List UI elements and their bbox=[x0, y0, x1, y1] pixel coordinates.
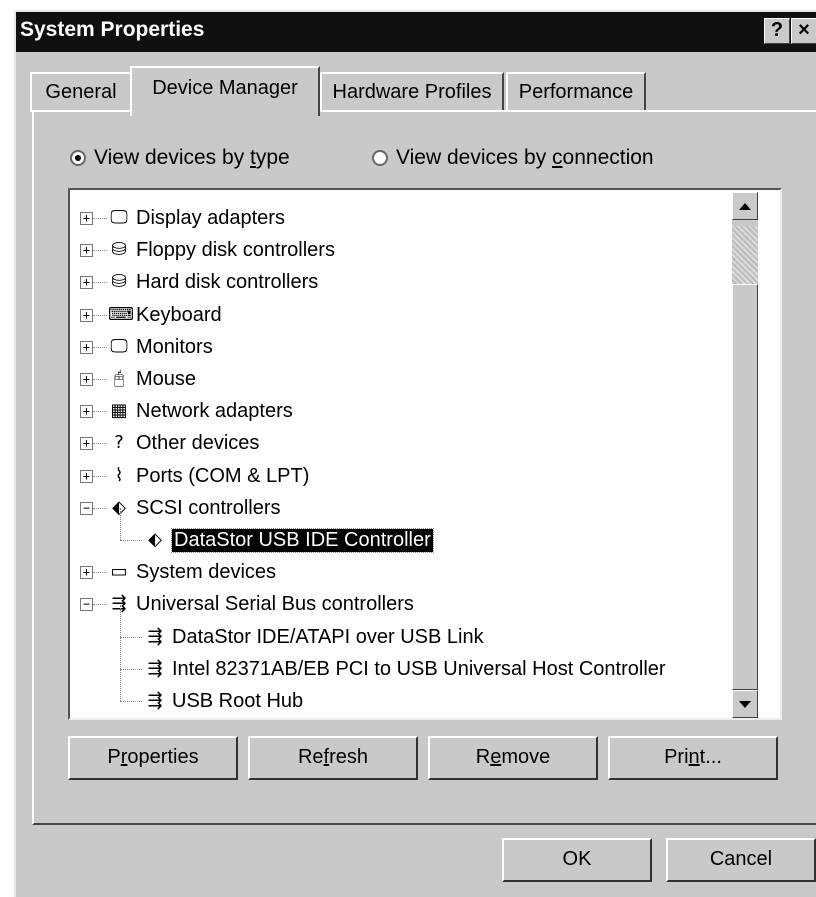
tree-line bbox=[93, 218, 107, 219]
device-category-label: Universal Serial Bus controllers bbox=[136, 593, 414, 616]
device-label: Intel 82371AB/EB PCI to USB Universal Ho… bbox=[172, 657, 666, 680]
tree-line bbox=[120, 636, 121, 669]
device-category-label: Hard disk controllers bbox=[136, 271, 319, 294]
tab-hardware-profiles-label: Hardware Profiles bbox=[332, 81, 492, 103]
help-button[interactable]: ? bbox=[764, 18, 790, 44]
tree-line bbox=[120, 701, 142, 702]
expand-icon[interactable]: + bbox=[80, 469, 93, 483]
refresh-button[interactable]: Refresh bbox=[248, 736, 418, 780]
tab-general-label: General bbox=[45, 81, 117, 103]
tree-line bbox=[120, 669, 121, 701]
device-category-label: Floppy disk controllers bbox=[136, 239, 335, 262]
title-bar[interactable]: System Properties ? × bbox=[16, 12, 816, 52]
device-category-label: Ports (COM & LPT) bbox=[136, 464, 310, 487]
scsi-icon: ⬖ bbox=[112, 496, 126, 518]
usb-icon: ⇶ bbox=[147, 657, 163, 679]
radio-unchecked-icon bbox=[372, 150, 388, 166]
device-category-label: System devices bbox=[136, 561, 277, 584]
expand-icon[interactable]: + bbox=[80, 373, 93, 386]
device-category-label: Mouse bbox=[136, 368, 197, 390]
expand-icon[interactable]: + bbox=[80, 437, 93, 451]
tab-hardware-profiles[interactable]: Hardware Profiles bbox=[320, 72, 504, 112]
monitor-icon: 🖵 bbox=[110, 335, 128, 357]
window-title: System Properties bbox=[20, 18, 205, 41]
tree-line bbox=[120, 636, 142, 638]
arrow-down-icon bbox=[739, 701, 751, 708]
tree-line bbox=[93, 572, 107, 574]
collapse-icon[interactable]: − bbox=[80, 598, 93, 612]
scsi-icon: ⬖ bbox=[148, 529, 162, 550]
tab-device-manager-label: Device Manager bbox=[152, 77, 298, 99]
usb-icon: ⇶ bbox=[147, 690, 163, 711]
tab-device-manager[interactable]: Device Manager bbox=[130, 66, 320, 116]
arrow-up-icon bbox=[739, 203, 751, 210]
device-category-label: Monitors bbox=[136, 335, 213, 358]
tree-line bbox=[93, 379, 107, 380]
question-icon: ? bbox=[114, 432, 124, 454]
tree-line bbox=[93, 604, 107, 606]
tree-line bbox=[93, 282, 107, 284]
radio-checked-icon bbox=[70, 150, 86, 166]
expand-icon[interactable]: + bbox=[80, 276, 93, 290]
device-category-label: Network adapters bbox=[136, 400, 293, 423]
tree-line bbox=[120, 668, 142, 670]
port-icon: ⌇ bbox=[114, 464, 124, 486]
tree-line bbox=[93, 443, 107, 445]
device-tree[interactable]: + 🖵 Display adapters + ⛁ Floppy disk controll… bbox=[68, 188, 782, 720]
tree-line bbox=[120, 604, 121, 637]
tree-line bbox=[93, 314, 107, 316]
device-category-label: SCSI controllers bbox=[136, 496, 281, 519]
collapse-icon[interactable]: − bbox=[80, 501, 93, 515]
expand-icon[interactable]: + bbox=[80, 308, 93, 322]
network-card-icon: ▦ bbox=[110, 400, 128, 422]
usb-icon: ⇶ bbox=[147, 625, 163, 647]
tree-line bbox=[93, 411, 107, 413]
view-by-connection-label: View devices by connection bbox=[396, 146, 654, 169]
tree-line bbox=[93, 250, 107, 252]
drive-icon: ⛁ bbox=[111, 239, 127, 261]
expand-icon[interactable]: + bbox=[80, 212, 93, 225]
device-label: USB Root Hub bbox=[172, 690, 304, 712]
device-label: DataStor IDE/ATAPI over USB Link bbox=[172, 625, 484, 648]
view-by-type-label: View devices by type bbox=[94, 146, 290, 169]
cancel-button[interactable]: Cancel bbox=[666, 838, 816, 882]
tree-line bbox=[93, 346, 107, 348]
tab-performance[interactable]: Performance bbox=[506, 72, 646, 112]
tab-performance-label: Performance bbox=[518, 81, 634, 103]
tree-line bbox=[93, 507, 107, 509]
scroll-down-button[interactable] bbox=[732, 690, 758, 718]
tree-scrollbar[interactable] bbox=[732, 192, 758, 718]
expand-icon[interactable]: + bbox=[80, 340, 93, 354]
usb-icon: ⇶ bbox=[111, 593, 127, 615]
expand-icon[interactable]: + bbox=[80, 244, 93, 258]
tab-general[interactable]: General bbox=[30, 72, 132, 112]
properties-button[interactable]: Properties bbox=[68, 736, 238, 780]
print-button[interactable]: Print... bbox=[608, 736, 778, 780]
computer-icon: ▭ bbox=[110, 561, 128, 583]
expand-icon[interactable]: + bbox=[80, 405, 93, 419]
expand-icon[interactable]: + bbox=[80, 566, 93, 580]
tree-line bbox=[120, 540, 142, 541]
device-category-label: Other devices bbox=[136, 432, 260, 455]
device-category-label: Display adapters bbox=[136, 207, 285, 229]
scroll-thumb[interactable] bbox=[732, 284, 758, 690]
system-properties-window: System Properties ? × General Device Man… bbox=[14, 10, 816, 897]
close-button[interactable]: × bbox=[791, 18, 816, 44]
ok-button[interactable]: OK bbox=[502, 838, 652, 882]
keyboard-icon: ⌨ bbox=[108, 303, 134, 325]
tree-line bbox=[120, 508, 121, 540]
device-category-label: Keyboard bbox=[136, 303, 222, 326]
monitor-icon: 🖵 bbox=[110, 207, 128, 228]
remove-button[interactable]: Remove bbox=[428, 736, 598, 780]
drive-icon: ⛁ bbox=[111, 271, 127, 293]
tree-line bbox=[93, 475, 107, 477]
scroll-up-button[interactable] bbox=[732, 192, 758, 220]
selected-device-label: DataStor USB IDE Controller bbox=[171, 528, 434, 553]
mouse-icon: 🖰 bbox=[113, 368, 125, 389]
scroll-track-pattern bbox=[732, 226, 758, 284]
